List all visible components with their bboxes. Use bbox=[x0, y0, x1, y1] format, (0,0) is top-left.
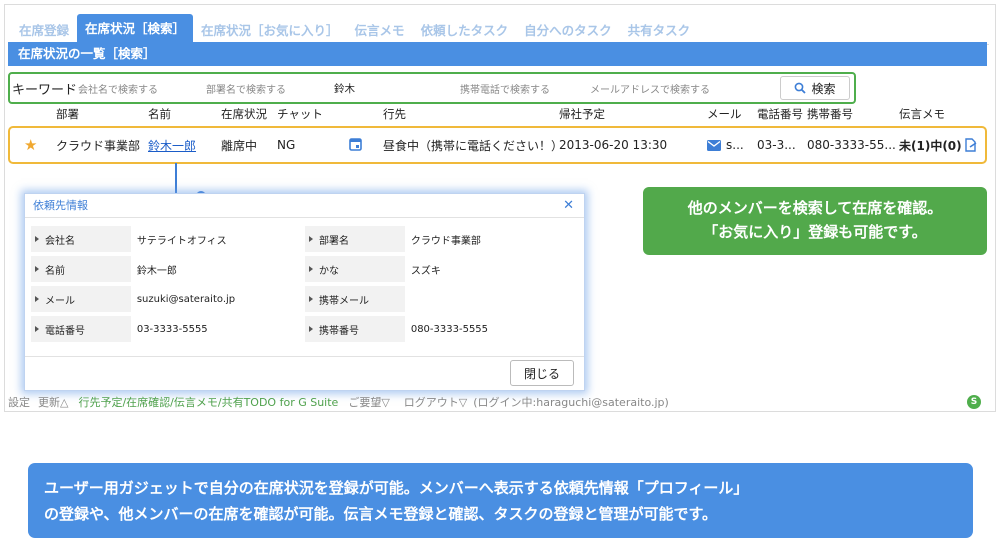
mobile-search-input[interactable]: 携帯電話で検索する bbox=[460, 81, 590, 96]
col-phone[interactable]: 電話番号 bbox=[757, 106, 807, 126]
row-mail[interactable]: s... bbox=[707, 138, 757, 152]
col-name[interactable]: 名前 bbox=[148, 106, 221, 126]
favorite-star-icon[interactable]: ★ bbox=[10, 136, 56, 154]
product-link[interactable]: 行先予定/在席確認/伝言メモ/共有TODO for G Suite bbox=[78, 394, 338, 410]
close-button[interactable]: 閉じる bbox=[510, 360, 574, 386]
tab-bar: 在席登録 在席状況［検索］ 在席状況［お気に入り］ 伝言メモ 依頼したタスク 自… bbox=[11, 10, 698, 44]
info-label-kana: かな bbox=[319, 265, 339, 277]
row-status: 離席中 bbox=[221, 138, 258, 153]
col-chat[interactable]: チャット bbox=[277, 106, 383, 126]
search-button-label: 検索 bbox=[811, 81, 836, 96]
info-value-mail: suzuki@sateraito.jp bbox=[136, 293, 236, 305]
col-memo[interactable]: 伝言メモ bbox=[899, 106, 979, 126]
search-button[interactable]: 検索 bbox=[780, 76, 850, 100]
info-value-phone: 03-3333-5555 bbox=[136, 323, 208, 335]
dialog-footer: 閉じる bbox=[25, 356, 584, 390]
green-callout-line1: 他のメンバーを検索して在席を確認。 bbox=[687, 199, 943, 217]
mail-search-input[interactable]: メールアドレスで検索する bbox=[590, 81, 740, 96]
row-destination: 昼食中（携帯に電話ください！） bbox=[383, 138, 559, 153]
tab-my-tasks[interactable]: 自分へのタスク bbox=[516, 18, 620, 44]
row-return: 2013-06-20 13:30 bbox=[559, 138, 668, 152]
login-info: (ログイン中:haraguchi@sateraito.jp) bbox=[473, 396, 669, 409]
info-label-mobile-mail: 携帯メール bbox=[319, 295, 369, 307]
close-icon[interactable]: ✕ bbox=[563, 194, 574, 218]
table-row[interactable]: ★ クラウド事業部 鈴木一郎 離席中 NG 昼食中（携帯に電話ください！） 20… bbox=[8, 126, 987, 164]
info-value-kana: スズキ bbox=[410, 265, 441, 277]
row-dept: クラウド事業部 bbox=[56, 138, 141, 153]
caret-right-icon bbox=[309, 266, 313, 272]
info-value-dept: クラウド事業部 bbox=[410, 235, 481, 247]
col-return[interactable]: 帰社予定 bbox=[559, 106, 707, 126]
memo-edit-icon[interactable] bbox=[964, 138, 977, 152]
info-label-dept: 部署名 bbox=[319, 235, 349, 247]
company-search-input[interactable]: 会社名で検索する bbox=[78, 81, 206, 96]
update-link[interactable]: 更新△ bbox=[38, 394, 68, 410]
row-memo-text: 未(1)中(0) bbox=[899, 138, 962, 153]
request-link[interactable]: ご要望▽ bbox=[348, 394, 389, 410]
blue-callout-line1: ユーザー用ガジェットで自分の在席状況を登録が可能。メンバーへ表示する依頼先情報「… bbox=[44, 479, 749, 497]
green-callout: 他のメンバーを検索して在席を確認。 「お気に入り」登録も可能です。 bbox=[643, 187, 987, 255]
contact-info-dialog: 依頼先情報 ✕ 会社名 サテライトオフィス 部署名 クラウド事業部 名前 鈴木一… bbox=[24, 193, 585, 391]
panel-title: 在席状況の一覧［検索］ bbox=[8, 42, 987, 66]
dept-search-input[interactable]: 部署名で検索する bbox=[206, 81, 334, 96]
info-row: 会社名 サテライトオフィス 部署名 クラウド事業部 bbox=[31, 224, 579, 254]
tab-presence-favorites[interactable]: 在席状況［お気に入り］ bbox=[193, 18, 347, 44]
blue-callout: ユーザー用ガジェットで自分の在席状況を登録が可能。メンバーへ表示する依頼先情報「… bbox=[28, 463, 973, 538]
dialog-title: 依頼先情報 ✕ bbox=[25, 194, 584, 218]
row-chat: NG bbox=[277, 138, 296, 152]
blue-callout-line2: の登録や、他メンバーの在席を確認が可能。伝言メモ登録と確認、タスクの登録と管理が… bbox=[44, 505, 718, 523]
keyword-search-bar: キーワード 会社名で検索する 部署名で検索する 鈴木 携帯電話で検索する メール… bbox=[8, 72, 856, 104]
info-value-name: 鈴木一郎 bbox=[136, 265, 177, 277]
col-mobile[interactable]: 携帯番号 bbox=[807, 106, 899, 126]
col-dept[interactable]: 部署 bbox=[56, 106, 148, 126]
col-status[interactable]: 在席状況 bbox=[221, 106, 277, 126]
info-label-name: 名前 bbox=[45, 265, 65, 277]
tab-presence-search[interactable]: 在席状況［検索］ bbox=[77, 14, 194, 44]
footer-bar: 設定 更新△ 行先予定/在席確認/伝言メモ/共有TODO for G Suite… bbox=[8, 394, 987, 410]
name-search-input[interactable]: 鈴木 bbox=[334, 81, 460, 96]
caret-right-icon bbox=[35, 236, 39, 242]
row-phone: 03-3... bbox=[757, 138, 796, 152]
search-icon bbox=[795, 82, 807, 94]
info-label-mobile: 携帯番号 bbox=[319, 325, 359, 337]
calendar-icon[interactable] bbox=[349, 137, 383, 154]
info-value-mobile: 080-3333-5555 bbox=[410, 323, 489, 335]
info-row: 名前 鈴木一郎 かな スズキ bbox=[31, 254, 579, 284]
sateraito-logo-icon: S bbox=[967, 395, 981, 409]
row-mail-text: s... bbox=[726, 138, 744, 152]
caret-right-icon bbox=[35, 266, 39, 272]
info-label-mail: メール bbox=[45, 295, 75, 307]
caret-right-icon bbox=[309, 296, 313, 302]
caret-right-icon bbox=[35, 296, 39, 302]
row-name-link[interactable]: 鈴木一郎 bbox=[148, 137, 221, 154]
info-label-company: 会社名 bbox=[45, 235, 75, 247]
row-memo[interactable]: 未(1)中(0) bbox=[899, 137, 979, 154]
caret-right-icon bbox=[309, 326, 313, 332]
info-row: メール suzuki@sateraito.jp 携帯メール bbox=[31, 284, 579, 314]
col-mail[interactable]: メール bbox=[707, 106, 757, 126]
row-mobile: 080-3333-55... bbox=[807, 138, 896, 152]
info-value-company: サテライトオフィス bbox=[136, 235, 227, 247]
green-callout-line2: 「お気に入り」登録も可能です。 bbox=[703, 223, 927, 241]
caret-right-icon bbox=[309, 236, 313, 242]
tab-memo[interactable]: 伝言メモ bbox=[347, 18, 413, 44]
keyword-label: キーワード bbox=[12, 82, 78, 98]
info-grid: 会社名 サテライトオフィス 部署名 クラウド事業部 名前 鈴木一郎 かな スズキ… bbox=[31, 224, 579, 344]
info-row: 電話番号 03-3333-5555 携帯番号 080-3333-5555 bbox=[31, 314, 579, 344]
col-destination[interactable]: 行先 bbox=[383, 106, 559, 126]
mail-icon bbox=[707, 139, 721, 151]
settings-link[interactable]: 設定 bbox=[8, 394, 30, 410]
logout-link[interactable]: ログアウト▽ bbox=[404, 394, 467, 410]
tab-requested-tasks[interactable]: 依頼したタスク bbox=[413, 18, 517, 44]
tab-presence-register[interactable]: 在席登録 bbox=[11, 18, 77, 44]
info-label-phone: 電話番号 bbox=[45, 325, 85, 337]
caret-right-icon bbox=[35, 326, 39, 332]
table-header: 部署 名前 在席状況 チャット 行先 帰社予定 メール 電話番号 携帯番号 伝言… bbox=[8, 106, 987, 126]
tab-shared-tasks[interactable]: 共有タスク bbox=[620, 18, 699, 44]
